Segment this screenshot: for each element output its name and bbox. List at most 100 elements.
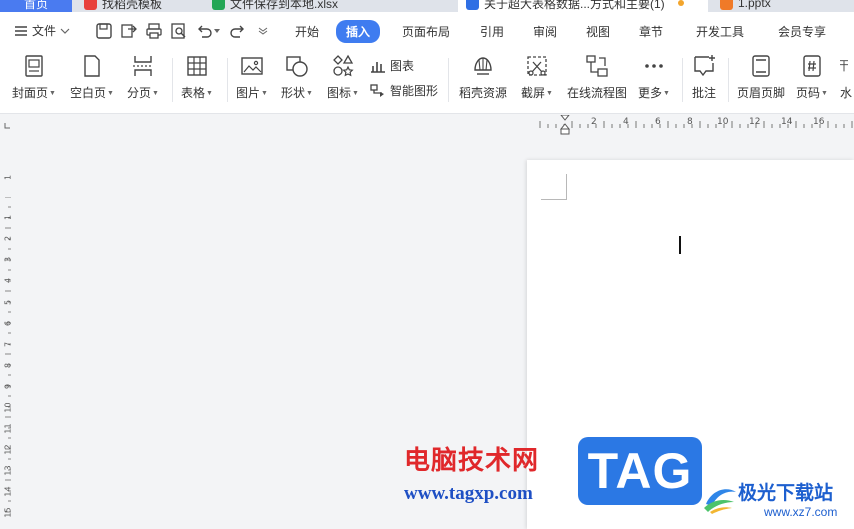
vertical-ruler[interactable]: 1 1 2 3 4 5 6 7 8 9 10 11 12 13 14 15 [0,135,14,529]
blank-page-label: 空白页 [70,86,107,100]
shape-icon [286,56,308,77]
page-break-label: 分页 [127,86,152,100]
comment-button[interactable]: 批注 [692,54,716,101]
screenshot-label: 截屏 [521,86,546,100]
smart-graphic-button[interactable]: 智能图形 [370,82,438,99]
tab-section[interactable]: 章节 [639,23,663,40]
screenshot-button[interactable]: 截屏▼ [521,54,553,101]
hamburger-icon [15,25,27,36]
print-preview-icon[interactable] [170,22,188,40]
caret-down-icon: ▼ [821,90,828,98]
tab-home[interactable]: 首页 [0,0,72,12]
unsaved-dot-icon [677,0,684,6]
watermark-download-site-title: 极光下载站 [738,483,834,504]
picture-button[interactable]: 图片▼ [236,54,268,101]
online-flowchart-button[interactable]: 在线流程图 [567,54,627,101]
tab-xlsx-file[interactable]: 文件保存到本地.xlsx [212,0,338,12]
file-menu-label: 文件 [32,24,57,38]
redo-icon[interactable] [229,22,247,40]
menu-bar: 文件 开始 插入 页面布局 引用 审阅 视图 章节 开发工具 会员专享 [0,12,854,48]
tab-review[interactable]: 审阅 [533,23,557,40]
ribbon-separator [728,58,729,102]
indent-marker-icon[interactable] [560,115,570,135]
ruler-number: 10 [717,117,729,127]
caret-down-icon: ▼ [152,90,159,98]
chart-button[interactable]: 图表 [370,57,414,74]
print-icon[interactable] [145,22,163,40]
tab-current-document[interactable]: 关于超大表格数据...方式和主要(1) [458,0,708,12]
aurora-logo-icon [704,489,736,514]
ribbon-separator [448,58,449,102]
tab-insert[interactable]: 插入 [336,20,381,43]
ruler-number: 1 [3,214,13,221]
watermark-button[interactable]: 水 [838,54,854,101]
undo-dropdown-icon[interactable] [214,29,220,33]
page-number-button[interactable]: 页码▼ [796,54,828,101]
more-label: 更多 [638,86,663,100]
tab-pptx-file[interactable]: 1.pptx [720,0,771,12]
ruler-number: 14 [781,117,793,127]
shape-button[interactable]: 形状▼ [281,54,313,101]
page-break-button[interactable]: 分页▼ [127,54,159,101]
ribbon-separator [227,58,228,102]
blank-page-button[interactable]: 空白页▼ [70,54,114,101]
file-menu-button[interactable]: 文件 [14,22,70,39]
caret-down-icon: ▼ [306,90,313,98]
tab-member-exclusive[interactable]: 会员专享 [778,23,826,40]
caret-down-icon: ▼ [352,90,359,98]
page-number-label: 页码 [796,86,821,100]
comment-icon [694,55,715,77]
picture-label: 图片 [236,86,261,100]
watermark-label: 水 [839,86,852,100]
tab-developer-tools[interactable]: 开发工具 [696,23,744,40]
undo-icon[interactable] [195,22,213,40]
ruler-number: 6 [655,117,661,127]
docer-resources-button[interactable]: 稻壳资源 [459,54,507,101]
customize-toolbar-icon[interactable] [258,27,268,35]
tab-stop-icon[interactable] [4,123,10,129]
presentation-icon [720,0,733,10]
ruler-number: 6 [3,320,13,327]
docer-shell-icon [474,57,492,75]
table-button[interactable]: 表格▼ [181,54,213,101]
tab-docer-templates-label: 找稻壳模板 [102,0,163,11]
ruler-number: 1 [3,174,13,181]
ruler-number: 2 [591,117,597,127]
ruler-scale [539,121,853,128]
header-footer-button[interactable]: 页眉页脚 [737,54,785,101]
comment-label: 批注 [692,86,717,100]
caret-down-icon: ▼ [546,90,553,98]
tab-page-layout[interactable]: 页面布局 [402,23,450,40]
shape-label: 形状 [281,86,306,100]
page-number-icon [803,55,821,77]
cover-page-button[interactable]: 封面页▼ [12,54,56,101]
chart-label: 图表 [390,59,415,73]
more-button[interactable]: 更多▼ [638,54,670,101]
header-footer-label: 页眉页脚 [737,86,786,100]
table-icon [187,56,207,76]
page-break-icon [132,56,153,76]
tab-pptx-file-label: 1.pptx [738,0,771,10]
horizontal-ruler[interactable]: 2 4 6 8 10 12 14 16 [0,115,854,135]
save-icon[interactable] [95,22,113,40]
ruler-number: 13 [3,465,13,476]
ruler-number: 4 [3,277,13,284]
ruler-number: 11 [3,423,13,434]
tab-home-label: 首页 [23,0,48,11]
word-doc-icon [466,0,479,10]
smart-graphic-icon [370,83,384,97]
ruler-number: 14 [3,486,13,497]
tab-docer-templates[interactable]: 找稻壳模板 [84,0,162,12]
icon-button[interactable]: 图标▼ [327,54,359,101]
tab-view[interactable]: 视图 [586,23,610,40]
tab-start[interactable]: 开始 [295,23,319,40]
cover-page-label: 封面页 [12,86,49,100]
smart-graphic-label: 智能图形 [390,84,439,98]
export-pdf-icon[interactable] [120,22,138,40]
tab-references[interactable]: 引用 [480,23,504,40]
picture-icon [241,57,263,75]
insert-ribbon: 封面页▼ 空白页▼ 分页▼ 表格▼ 图片▼ 形状▼ 图标▼ 图表 智能图形 稻壳… [0,48,854,114]
docer-resources-label: 稻壳资源 [459,86,508,100]
ruler-number: 3 [3,256,13,263]
ribbon-separator [682,58,683,102]
